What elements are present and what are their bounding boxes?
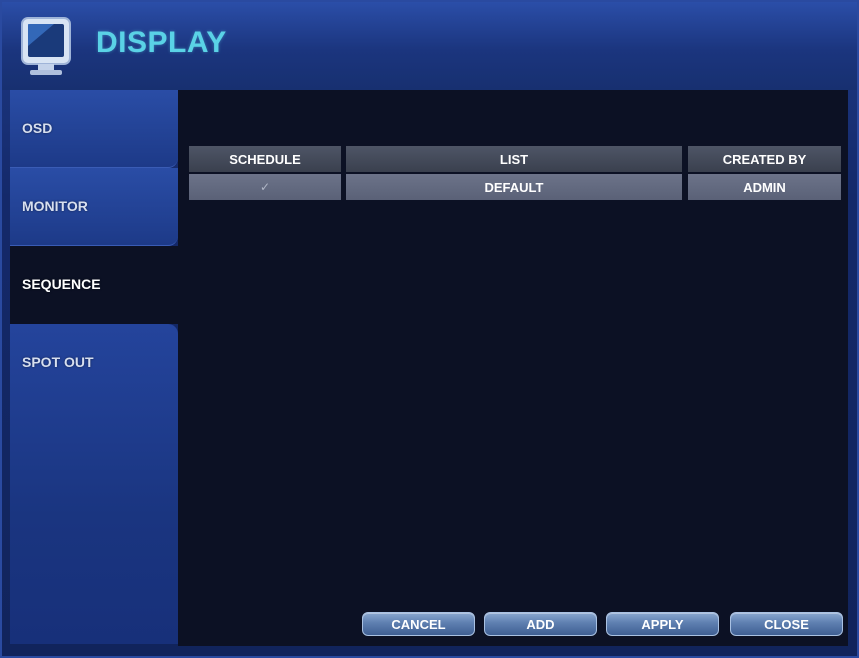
monitor-icon xyxy=(20,16,72,78)
sequence-panel: SCHEDULE LIST CREATED BY ✓ DEFAULT ADMIN… xyxy=(178,90,848,646)
table-row[interactable]: ✓ DEFAULT ADMIN xyxy=(189,174,841,200)
schedule-cell[interactable]: ✓ xyxy=(189,174,341,200)
sidebar: OSD MONITOR SEQUENCE SPOT OUT xyxy=(10,90,178,646)
list-cell[interactable]: DEFAULT xyxy=(346,174,682,200)
table-header-row: SCHEDULE LIST CREATED BY xyxy=(189,146,841,172)
display-settings-window: DISPLAY OSD MONITOR SEQUENCE SPOT OUT SC… xyxy=(0,0,859,658)
tab-monitor[interactable]: MONITOR xyxy=(10,168,178,246)
window-header: DISPLAY xyxy=(2,2,857,90)
tab-spot-out-label: SPOT OUT xyxy=(22,354,94,370)
created-by-cell[interactable]: ADMIN xyxy=(688,174,841,200)
sequence-table: SCHEDULE LIST CREATED BY ✓ DEFAULT ADMIN xyxy=(189,146,841,202)
cancel-button[interactable]: CANCEL xyxy=(362,612,475,636)
schedule-checkmark[interactable]: ✓ xyxy=(260,180,270,194)
tab-sequence[interactable]: SEQUENCE xyxy=(10,246,178,324)
page-title: DISPLAY xyxy=(96,26,227,59)
tab-sequence-label: SEQUENCE xyxy=(22,276,101,292)
close-button[interactable]: CLOSE xyxy=(730,612,843,636)
tab-spot-out[interactable]: SPOT OUT xyxy=(10,324,178,644)
column-header-created-by[interactable]: CREATED BY xyxy=(688,146,841,172)
column-header-list[interactable]: LIST xyxy=(346,146,682,172)
column-header-schedule[interactable]: SCHEDULE xyxy=(189,146,341,172)
add-button[interactable]: ADD xyxy=(484,612,597,636)
tab-osd-label: OSD xyxy=(22,120,53,136)
tab-monitor-label: MONITOR xyxy=(22,198,88,214)
tab-osd[interactable]: OSD xyxy=(10,90,178,168)
apply-button[interactable]: APPLY xyxy=(606,612,719,636)
